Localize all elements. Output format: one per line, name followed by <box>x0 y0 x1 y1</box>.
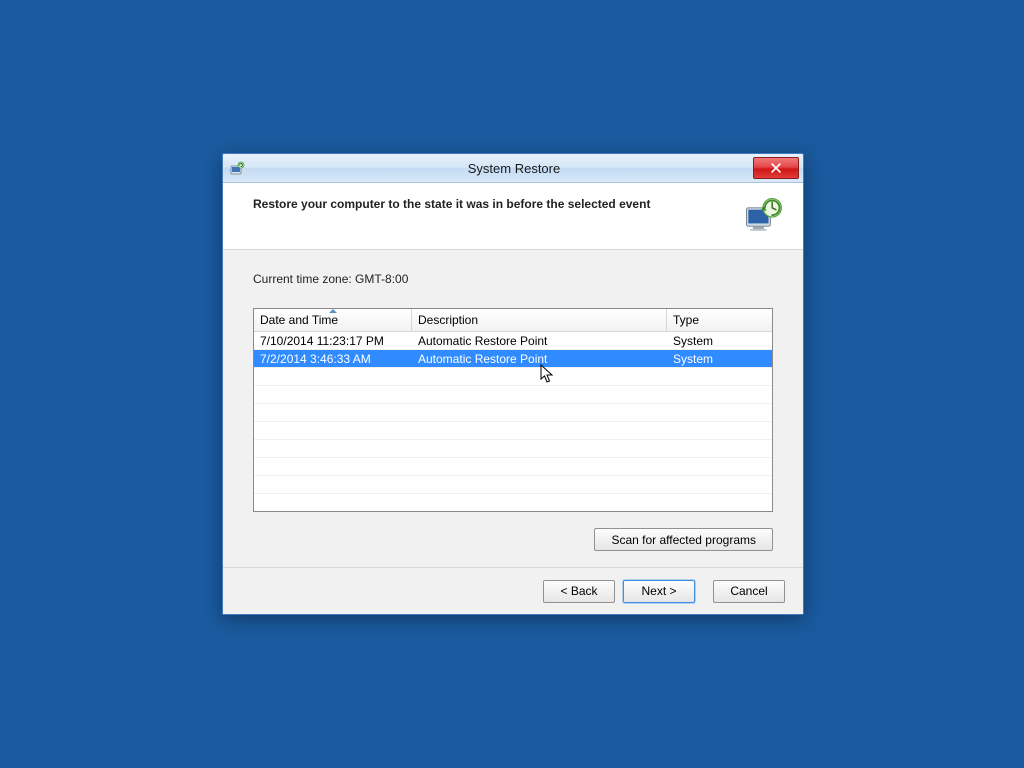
col-description-label: Description <box>418 313 478 327</box>
table-row[interactable]: 7/2/2014 3:46:33 AMAutomatic Restore Poi… <box>254 350 772 368</box>
wizard-footer: < Back Next > Cancel <box>223 567 803 614</box>
wizard-header: Restore your computer to the state it wa… <box>223 183 803 250</box>
list-header: Date and Time Description Type <box>254 309 772 332</box>
col-type[interactable]: Type <box>667 309 771 331</box>
titlebar: System Restore <box>223 154 803 183</box>
col-type-label: Type <box>673 313 699 327</box>
table-row <box>254 422 772 440</box>
cell-description: Automatic Restore Point <box>412 334 667 348</box>
system-restore-window: System Restore Restore your computer to … <box>222 153 804 615</box>
table-row <box>254 386 772 404</box>
restore-monitor-clock-icon <box>741 195 785 239</box>
sort-ascending-icon <box>329 309 337 313</box>
cell-date: 7/10/2014 11:23:17 PM <box>254 334 412 348</box>
table-row <box>254 404 772 422</box>
next-button[interactable]: Next > <box>623 580 695 603</box>
table-row <box>254 368 772 386</box>
timezone-label: Current time zone: GMT-8:00 <box>253 272 773 286</box>
cancel-button[interactable]: Cancel <box>713 580 785 603</box>
wizard-body: Current time zone: GMT-8:00 Date and Tim… <box>223 250 803 567</box>
col-date-label: Date and Time <box>260 313 338 327</box>
cell-date: 7/2/2014 3:46:33 AM <box>254 352 412 366</box>
col-description[interactable]: Description <box>412 309 667 331</box>
table-row <box>254 476 772 494</box>
close-button[interactable] <box>753 157 799 179</box>
table-row <box>254 458 772 476</box>
table-row <box>254 494 772 512</box>
cell-type: System <box>667 352 771 366</box>
table-row <box>254 440 772 458</box>
col-date[interactable]: Date and Time <box>254 309 412 331</box>
cell-description: Automatic Restore Point <box>412 352 667 366</box>
table-row[interactable]: 7/10/2014 11:23:17 PMAutomatic Restore P… <box>254 332 772 350</box>
scan-affected-programs-button[interactable]: Scan for affected programs <box>594 528 773 551</box>
cell-type: System <box>667 334 771 348</box>
wizard-heading: Restore your computer to the state it wa… <box>253 195 735 211</box>
window-title: System Restore <box>225 161 803 176</box>
back-button[interactable]: < Back <box>543 580 615 603</box>
restore-points-list[interactable]: Date and Time Description Type 7/10/2014… <box>253 308 773 512</box>
